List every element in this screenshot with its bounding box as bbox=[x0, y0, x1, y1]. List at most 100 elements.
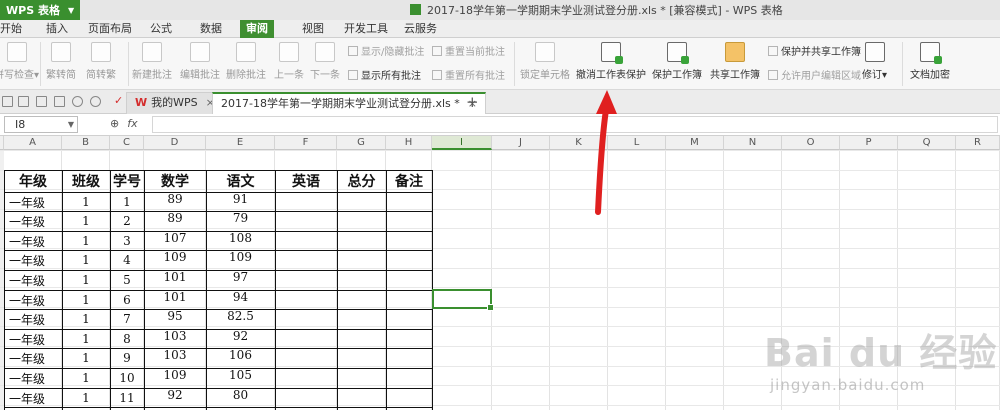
table-cell[interactable]: 97 bbox=[206, 270, 275, 289]
table-cell[interactable]: 1 bbox=[62, 211, 110, 230]
table-header-cell[interactable]: 班级 bbox=[62, 172, 110, 192]
column-header-j[interactable]: J bbox=[492, 136, 550, 150]
table-cell[interactable]: 1 bbox=[62, 290, 110, 309]
pin-icon[interactable]: ✓ bbox=[114, 95, 125, 107]
unprotect-sheet-button[interactable]: 撤消工作表保护 bbox=[576, 40, 646, 81]
table-header-cell[interactable]: 学号 bbox=[110, 172, 144, 192]
column-header-b[interactable]: B bbox=[62, 136, 110, 150]
undo-icon[interactable] bbox=[72, 96, 83, 107]
simp-to-trad-button[interactable]: 简转繁 bbox=[86, 40, 116, 81]
tab-current-document[interactable]: 2017-18学年第一学期期末学业测试登分册.xls * × bbox=[212, 92, 486, 114]
column-header-i[interactable]: I bbox=[432, 136, 492, 150]
table-cell[interactable]: 101 bbox=[144, 270, 206, 289]
table-cell[interactable]: 101 bbox=[144, 290, 206, 309]
lock-cell-button[interactable]: 锁定单元格 bbox=[520, 40, 570, 81]
reset-current-comment-button[interactable]: 重置当前批注 bbox=[432, 43, 505, 58]
table-cell[interactable]: 79 bbox=[206, 211, 275, 230]
protect-workbook-button[interactable]: 保护工作簿 bbox=[652, 40, 702, 81]
column-header-h[interactable]: H bbox=[386, 136, 432, 150]
tab-insert[interactable]: 插入 bbox=[40, 20, 74, 38]
table-cell[interactable]: 103 bbox=[144, 348, 206, 367]
tab-home[interactable]: 开始 bbox=[0, 20, 28, 38]
allow-edit-ranges-button[interactable]: 允许用户编辑区域 bbox=[768, 67, 861, 82]
next-comment-button[interactable]: 下一条 bbox=[310, 40, 340, 81]
column-header-a[interactable]: A bbox=[4, 136, 62, 150]
table-cell[interactable]: 一年级 bbox=[4, 309, 62, 328]
column-header-d[interactable]: D bbox=[144, 136, 206, 150]
edit-comment-button[interactable]: 编辑批注 bbox=[180, 40, 220, 81]
table-cell[interactable]: 94 bbox=[206, 290, 275, 309]
table-cell[interactable]: 1 bbox=[110, 192, 144, 211]
table-cell[interactable]: 一年级 bbox=[4, 290, 62, 309]
table-cell[interactable]: 92 bbox=[206, 329, 275, 348]
column-header-l[interactable]: L bbox=[608, 136, 666, 150]
table-header-cell[interactable]: 备注 bbox=[386, 172, 432, 192]
protect-and-share-button[interactable]: 保护并共享工作簿 bbox=[768, 43, 861, 58]
tab-review[interactable]: 审阅 bbox=[240, 20, 274, 39]
redo-icon[interactable] bbox=[90, 96, 101, 107]
table-cell[interactable]: 1 bbox=[62, 348, 110, 367]
table-cell[interactable]: 106 bbox=[206, 348, 275, 367]
table-cell[interactable]: 1 bbox=[62, 231, 110, 250]
table-cell[interactable]: 1 bbox=[62, 388, 110, 407]
column-header-f[interactable]: F bbox=[275, 136, 337, 150]
new-comment-button[interactable]: 新建批注 bbox=[132, 40, 172, 81]
table-cell[interactable]: 一年级 bbox=[4, 270, 62, 289]
delete-comment-button[interactable]: 删除批注 bbox=[226, 40, 266, 81]
reset-all-comments-button[interactable]: 重置所有批注 bbox=[432, 67, 505, 82]
table-cell[interactable]: 4 bbox=[110, 250, 144, 269]
table-cell[interactable]: 一年级 bbox=[4, 329, 62, 348]
table-cell[interactable]: 108 bbox=[206, 231, 275, 250]
table-cell[interactable]: 11 bbox=[110, 388, 144, 407]
table-cell[interactable]: 1 bbox=[62, 250, 110, 269]
table-cell[interactable]: 7 bbox=[110, 309, 144, 328]
column-header-r[interactable]: R bbox=[956, 136, 1000, 150]
column-header-q[interactable]: Q bbox=[898, 136, 956, 150]
table-cell[interactable]: 9 bbox=[110, 348, 144, 367]
table-cell[interactable]: 一年级 bbox=[4, 192, 62, 211]
table-cell[interactable]: 109 bbox=[144, 368, 206, 387]
table-cell[interactable]: 91 bbox=[206, 192, 275, 211]
table-header-cell[interactable]: 总分 bbox=[337, 172, 386, 192]
column-header-k[interactable]: K bbox=[550, 136, 608, 150]
table-cell[interactable]: 一年级 bbox=[4, 368, 62, 387]
tab-formula[interactable]: 公式 bbox=[144, 20, 178, 38]
table-cell[interactable]: 89 bbox=[144, 211, 206, 230]
table-cell[interactable]: 1 bbox=[62, 329, 110, 348]
column-header-o[interactable]: O bbox=[782, 136, 840, 150]
fx-icon[interactable]: fx bbox=[127, 117, 137, 130]
table-cell[interactable]: 一年级 bbox=[4, 231, 62, 250]
table-cell[interactable]: 89 bbox=[144, 192, 206, 211]
show-all-comments-button[interactable]: 显示所有批注 bbox=[348, 67, 421, 82]
table-cell[interactable]: 2 bbox=[110, 211, 144, 230]
tab-cloud[interactable]: 云服务 bbox=[398, 20, 443, 38]
table-cell[interactable]: 一年级 bbox=[4, 348, 62, 367]
table-cell[interactable]: 107 bbox=[144, 231, 206, 250]
app-menu-button[interactable]: WPS 表格 ▼ bbox=[0, 0, 81, 20]
tab-page-layout[interactable]: 页面布局 bbox=[82, 20, 138, 38]
spell-check-button[interactable]: 拼写检查▾ bbox=[0, 40, 39, 81]
table-cell[interactable]: 82.5 bbox=[206, 309, 275, 328]
table-cell[interactable]: 95 bbox=[144, 309, 206, 328]
column-header-g[interactable]: G bbox=[337, 136, 386, 150]
tab-developer[interactable]: 开发工具 bbox=[338, 20, 394, 38]
zoom-icon[interactable]: ⊕ bbox=[110, 117, 119, 130]
tab-my-wps[interactable]: W 我的WPS × bbox=[126, 92, 224, 114]
table-cell[interactable]: 109 bbox=[206, 250, 275, 269]
table-header-cell[interactable]: 数学 bbox=[144, 172, 206, 192]
table-header-cell[interactable]: 年级 bbox=[4, 172, 62, 192]
tab-data[interactable]: 数据 bbox=[194, 20, 228, 38]
table-cell[interactable]: 1 bbox=[62, 309, 110, 328]
table-cell[interactable]: 80 bbox=[206, 388, 275, 407]
column-header-e[interactable]: E bbox=[206, 136, 275, 150]
track-changes-button[interactable]: 修订▾ bbox=[862, 40, 887, 81]
table-cell[interactable]: 105 bbox=[206, 368, 275, 387]
share-workbook-button[interactable]: 共享工作簿 bbox=[710, 40, 760, 81]
table-cell[interactable]: 1 bbox=[62, 368, 110, 387]
selected-cell-I8[interactable] bbox=[432, 289, 494, 311]
print-icon[interactable] bbox=[36, 96, 47, 107]
table-cell[interactable]: 8 bbox=[110, 329, 144, 348]
trad-to-simp-button[interactable]: 繁转简 bbox=[46, 40, 76, 81]
table-cell[interactable]: 一年级 bbox=[4, 388, 62, 407]
new-tab-icon[interactable]: + bbox=[466, 93, 479, 111]
